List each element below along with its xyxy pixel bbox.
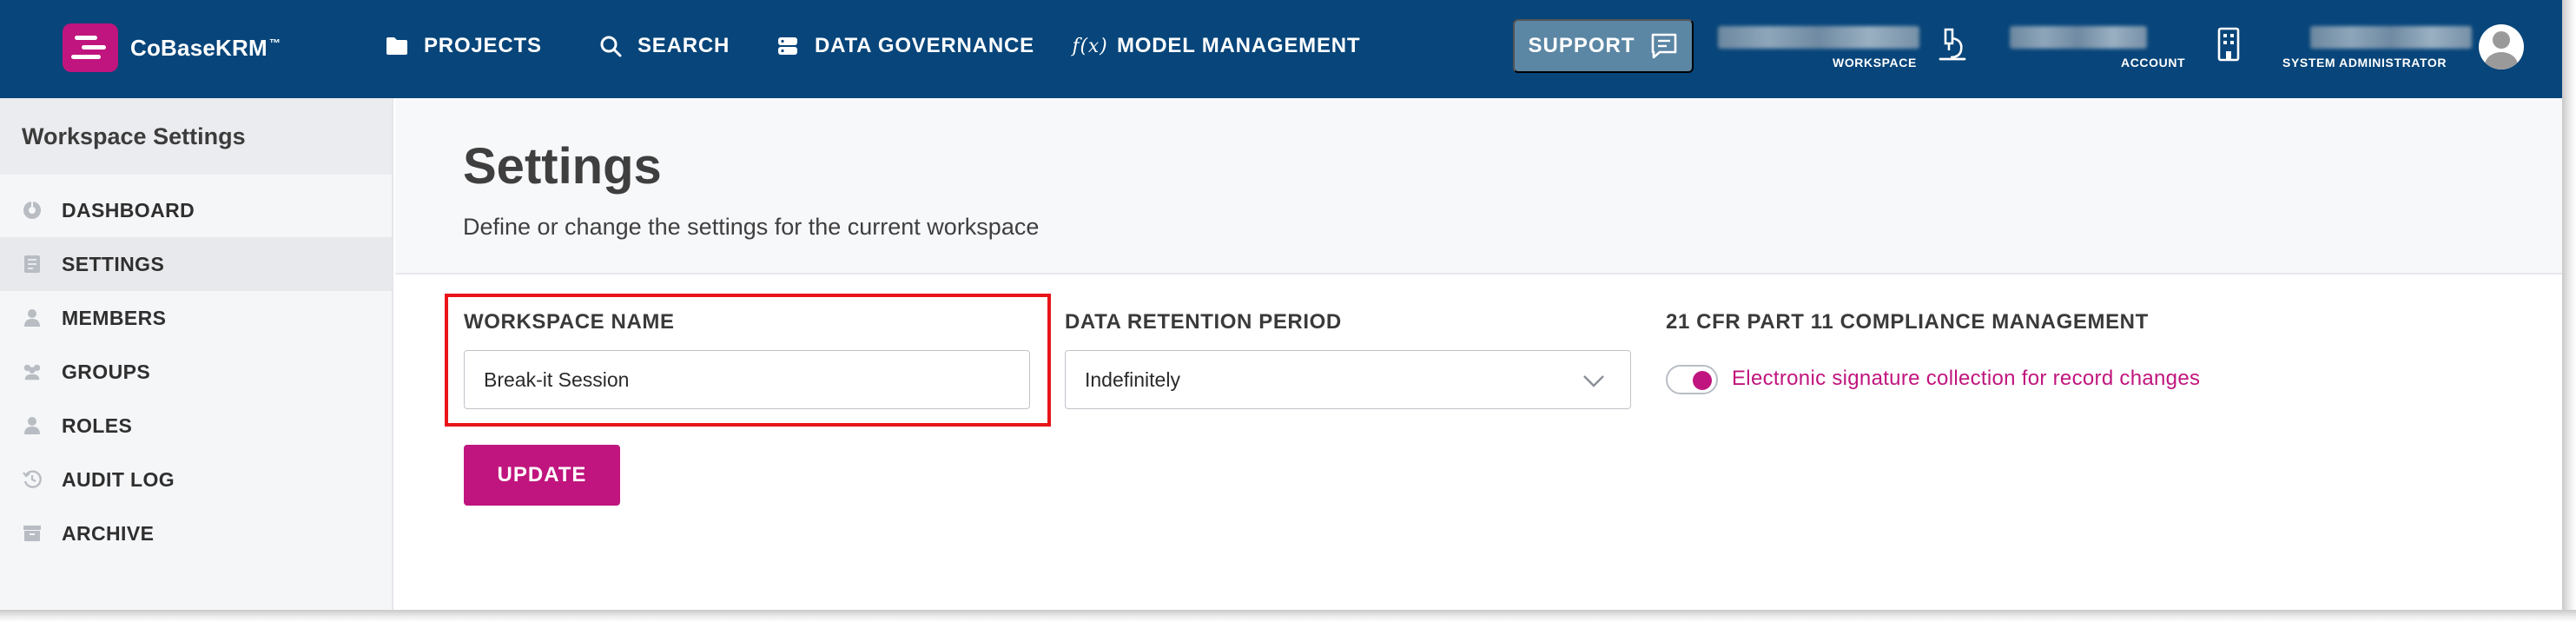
sidebar: Workspace Settings DASHBOARD SETTINGS ME…: [0, 98, 393, 610]
user-name-redacted: [2310, 26, 2472, 49]
update-button[interactable]: UPDATE: [464, 445, 620, 506]
sidebar-item-archive[interactable]: ARCHIVE: [0, 506, 392, 560]
esignature-toggle-label[interactable]: Electronic signature collection for reco…: [1732, 367, 2200, 391]
account-caption: ACCOUNT: [2121, 56, 2186, 69]
data-retention-select[interactable]: Indefinitely: [1065, 350, 1631, 409]
esignature-toggle[interactable]: [1666, 365, 1718, 394]
cobase-logo-icon: [63, 23, 118, 72]
role-icon: [22, 415, 43, 436]
database-icon: [775, 33, 801, 59]
sidebar-item-roles[interactable]: ROLES: [0, 399, 392, 453]
sidebar-item-groups[interactable]: GROUPS: [0, 345, 392, 399]
workspace-name-redacted: [1718, 26, 1919, 49]
window-shadow-right: [2562, 0, 2576, 622]
sidebar-item-audit-log[interactable]: AUDIT LOG: [0, 453, 392, 506]
user-menu[interactable]: SYSTEM ADMINISTRATOR: [2282, 26, 2474, 71]
archive-icon: [22, 523, 43, 544]
app-window: CoBaseKRM ™ PROJECTS SEARCH DATA GOVERNAN…: [0, 0, 2562, 610]
settings-icon: [22, 254, 43, 275]
sidebar-item-members[interactable]: MEMBERS: [0, 291, 392, 345]
window-shadow-bottom: [0, 610, 2576, 622]
building-icon: [2217, 27, 2240, 62]
sidebar-item-dashboard[interactable]: DASHBOARD: [0, 183, 392, 237]
workspace-name-input[interactable]: [464, 350, 1030, 409]
page-header: Settings Define or change the settings f…: [395, 98, 2562, 275]
page-title: Settings: [463, 138, 662, 195]
sidebar-title: Workspace Settings: [0, 98, 392, 175]
chevron-down-icon: [1583, 375, 1604, 387]
workspace-caption: WORKSPACE: [1833, 56, 1917, 69]
top-navigation-bar: CoBaseKRM ™ PROJECTS SEARCH DATA GOVERNAN…: [0, 0, 2562, 98]
workspace-switcher[interactable]: WORKSPACE: [1718, 26, 1966, 71]
folder-icon: [384, 33, 410, 59]
support-button[interactable]: SUPPORT: [1513, 19, 1694, 73]
sidebar-item-settings[interactable]: SETTINGS: [0, 237, 392, 291]
data-retention-value: Indefinitely: [1085, 367, 1180, 391]
search-icon: [598, 33, 624, 59]
user-icon: [22, 308, 43, 328]
brand[interactable]: CoBaseKRM ™: [63, 23, 281, 72]
user-role-caption: SYSTEM ADMINISTRATOR: [2282, 56, 2447, 69]
data-retention-label: DATA RETENTION PERIOD: [1065, 310, 1342, 334]
nav-search[interactable]: SEARCH: [598, 30, 730, 63]
chat-icon: [1651, 33, 1676, 59]
microscope-icon: [1939, 28, 1966, 61]
history-icon: [22, 469, 43, 490]
nav-projects[interactable]: PROJECTS: [384, 30, 542, 63]
function-icon: f(x): [1072, 35, 1108, 57]
compliance-label: 21 CFR PART 11 COMPLIANCE MANAGEMENT: [1666, 310, 2149, 334]
toggle-knob: [1693, 371, 1712, 390]
nav-model-management[interactable]: f(x) MODEL MANAGEMENT: [1072, 30, 1360, 63]
workspace-name-label: WORKSPACE NAME: [464, 310, 675, 334]
account-switcher[interactable]: ACCOUNT: [2010, 26, 2240, 71]
page-description: Define or change the settings for the cu…: [463, 214, 1040, 240]
dashboard-icon: [22, 200, 43, 221]
group-icon: [22, 361, 43, 382]
account-name-redacted: [2010, 26, 2147, 49]
brand-name: CoBaseKRM ™: [130, 34, 281, 61]
avatar[interactable]: [2479, 24, 2524, 69]
nav-data-governance[interactable]: DATA GOVERNANCE: [775, 30, 1034, 63]
